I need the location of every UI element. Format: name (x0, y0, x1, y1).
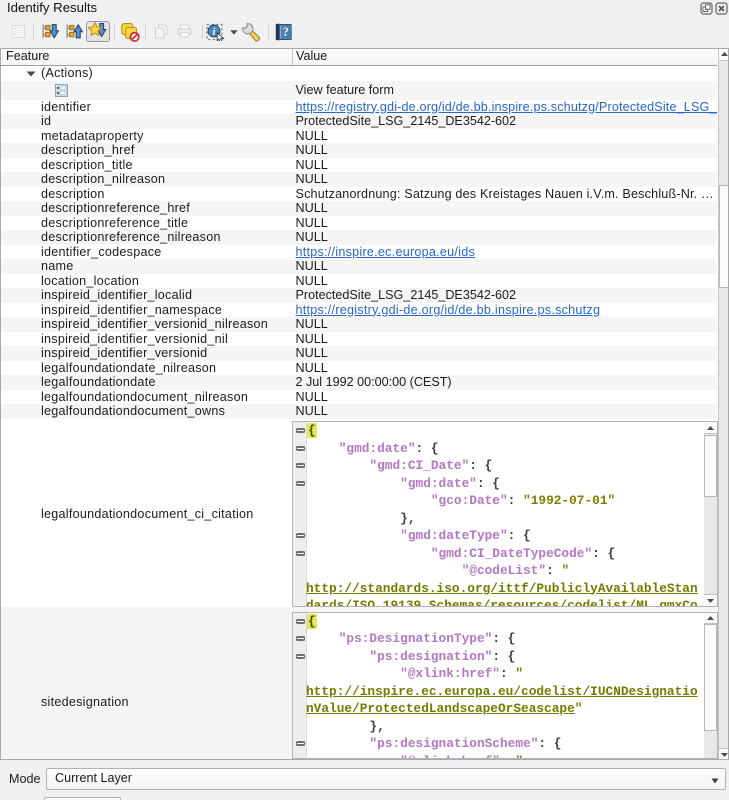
svg-text:?: ? (283, 25, 289, 39)
svg-text:i: i (213, 26, 216, 37)
